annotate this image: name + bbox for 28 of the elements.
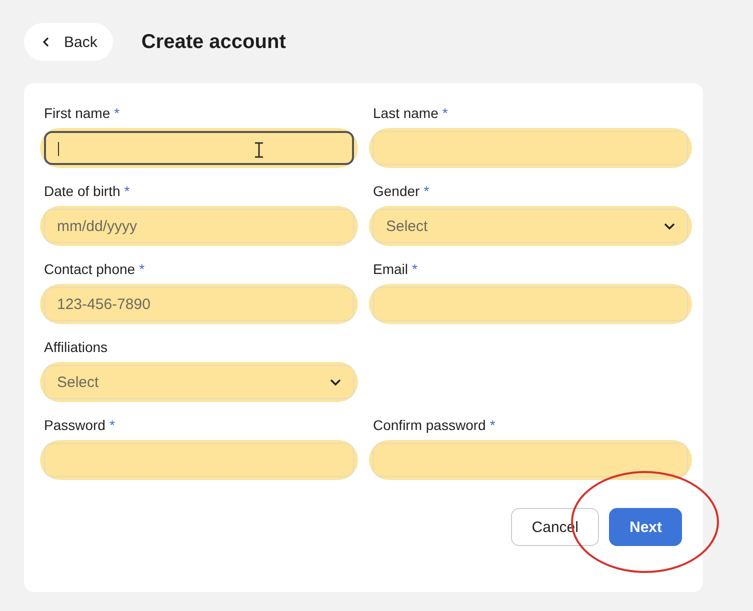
required-mark: *	[139, 261, 145, 278]
required-mark: *	[124, 183, 130, 200]
chevron-down-icon	[330, 378, 341, 386]
field-label: Last name	[373, 105, 438, 122]
back-button[interactable]: Back	[24, 23, 114, 61]
field-label: Password	[44, 417, 106, 434]
text-cursor-icon	[254, 142, 264, 158]
input-field[interactable]: mm/dd/yyyy	[44, 209, 354, 243]
field-label: Date of birth	[44, 183, 120, 200]
page-title: Create account	[141, 30, 286, 54]
field-label: Affiliations	[44, 339, 108, 356]
required-mark: *	[424, 183, 430, 200]
input-field[interactable]: 123-456-7890	[44, 287, 354, 321]
field-label: First name	[44, 105, 110, 122]
required-mark: *	[490, 417, 496, 434]
select-dropdown[interactable]: Select	[373, 209, 688, 243]
required-mark: *	[114, 105, 120, 122]
field-label: Email	[373, 261, 408, 278]
required-mark: *	[412, 261, 418, 278]
field-label: Gender	[373, 183, 420, 200]
required-mark: *	[442, 105, 448, 122]
chevron-down-icon	[664, 222, 675, 230]
required-mark: *	[109, 417, 115, 434]
field-label: Contact phone	[44, 261, 136, 278]
select-dropdown[interactable]: Select	[44, 365, 354, 399]
next-button[interactable]: Next	[609, 508, 682, 546]
chevron-left-icon	[42, 37, 50, 47]
field-label: Confirm password	[373, 417, 486, 434]
